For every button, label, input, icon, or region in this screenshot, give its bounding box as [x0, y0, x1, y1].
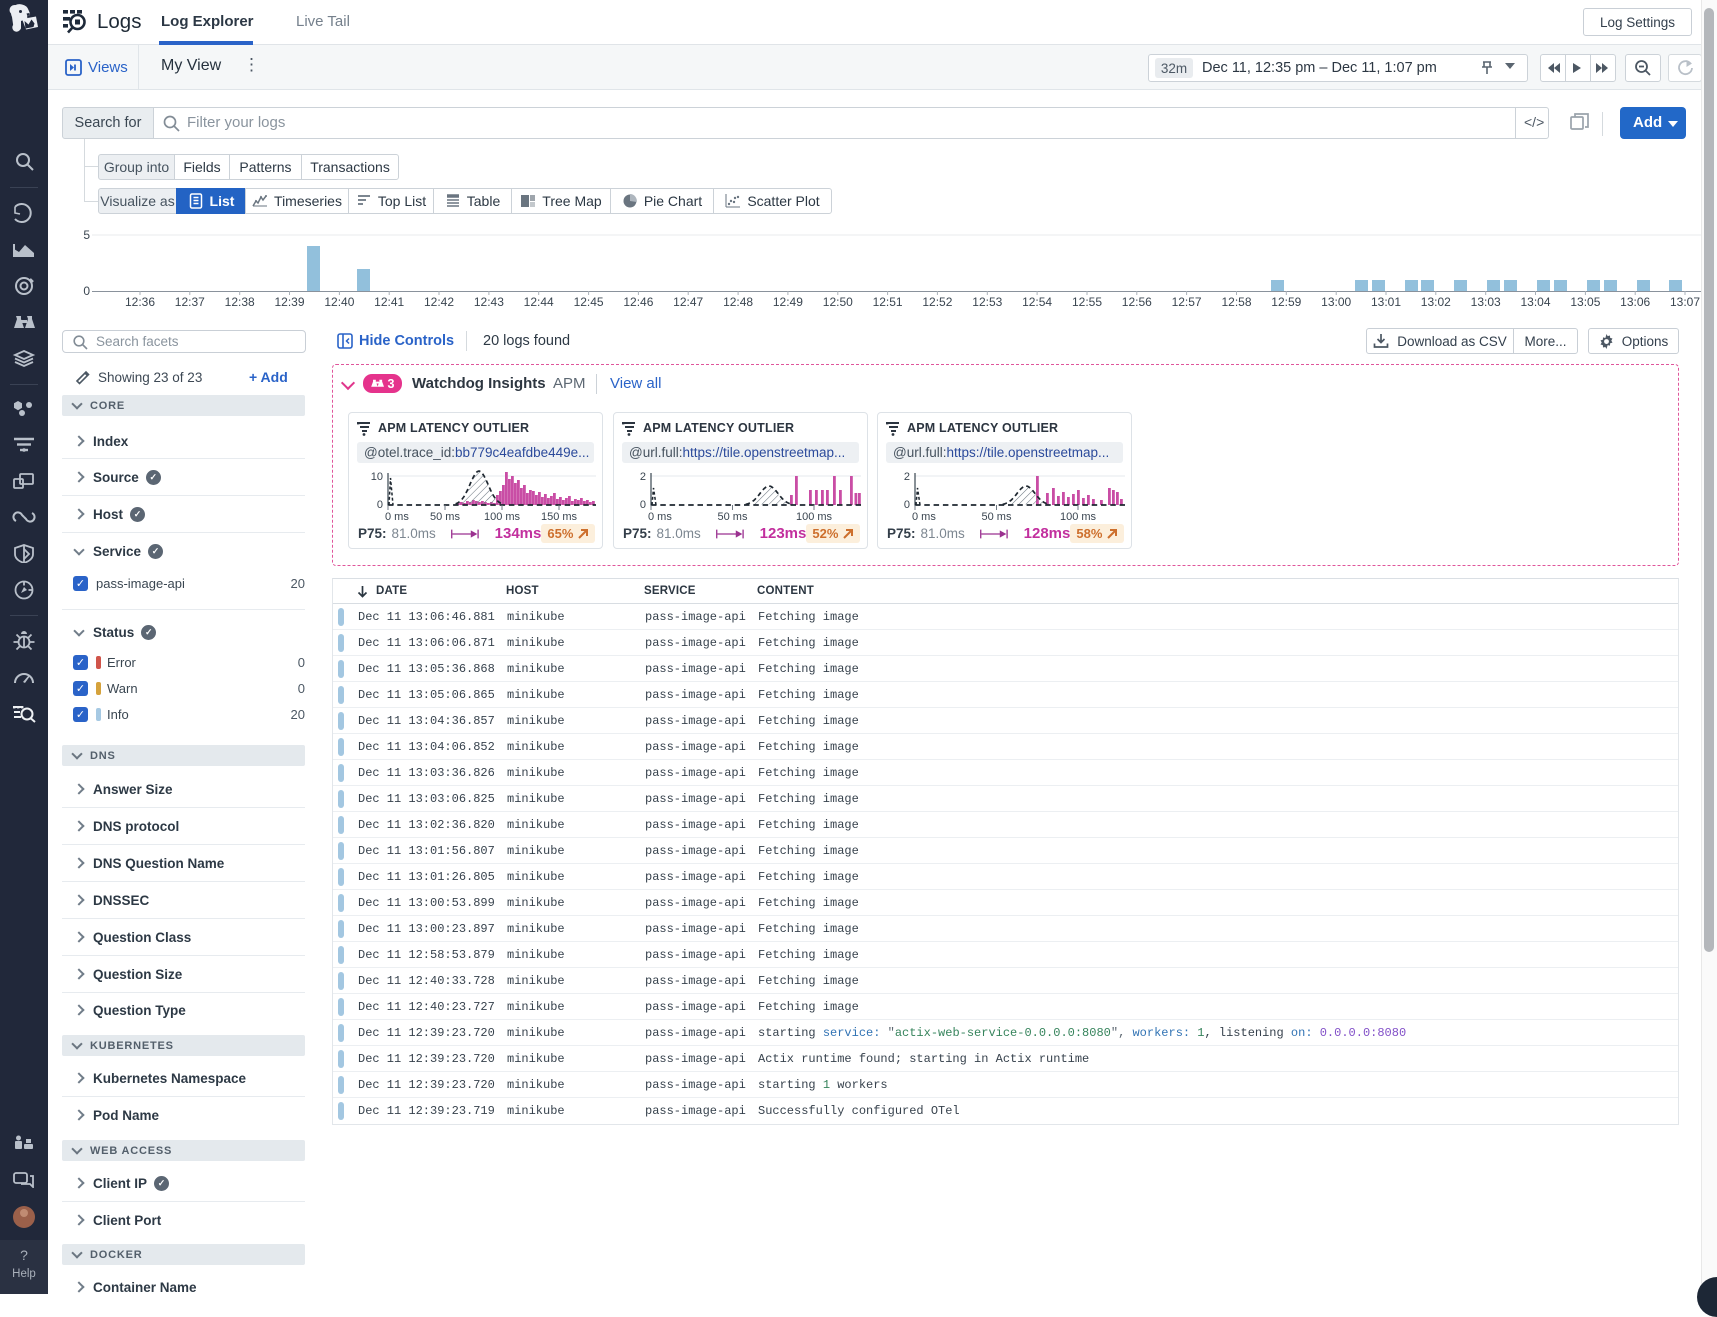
svg-text:12:55: 12:55 [1072, 295, 1102, 309]
svg-text:150 ms: 150 ms [541, 511, 578, 523]
svg-text:13:01: 13:01 [1371, 295, 1401, 309]
svg-text:0 ms: 0 ms [648, 511, 672, 523]
svg-text:12:50: 12:50 [823, 295, 853, 309]
svg-text:12:44: 12:44 [524, 295, 554, 309]
svg-text:12:46: 12:46 [623, 295, 653, 309]
svg-text:5: 5 [83, 228, 90, 242]
svg-text:0: 0 [377, 499, 383, 511]
svg-text:100 ms: 100 ms [1060, 511, 1097, 523]
svg-text:12:56: 12:56 [1122, 295, 1152, 309]
svg-text:12:38: 12:38 [225, 295, 255, 309]
svg-text:12:47: 12:47 [673, 295, 703, 309]
svg-text:100 ms: 100 ms [796, 511, 833, 523]
svg-text:13:00: 13:00 [1321, 295, 1351, 309]
svg-text:12:43: 12:43 [474, 295, 504, 309]
svg-text:12:37: 12:37 [175, 295, 205, 309]
svg-text:0: 0 [640, 499, 646, 511]
svg-text:12:58: 12:58 [1221, 295, 1251, 309]
svg-text:12:53: 12:53 [972, 295, 1002, 309]
svg-text:12:40: 12:40 [324, 295, 354, 309]
svg-text:12:52: 12:52 [922, 295, 952, 309]
svg-text:100 ms: 100 ms [484, 511, 521, 523]
svg-text:12:51: 12:51 [873, 295, 903, 309]
svg-text:12:42: 12:42 [424, 295, 454, 309]
svg-text:12:49: 12:49 [773, 295, 803, 309]
svg-text:12:59: 12:59 [1271, 295, 1301, 309]
svg-text:12:36: 12:36 [125, 295, 155, 309]
svg-text:12:54: 12:54 [1022, 295, 1052, 309]
svg-text:13:07: 13:07 [1670, 295, 1700, 309]
svg-text:13:04: 13:04 [1520, 295, 1550, 309]
svg-text:12:41: 12:41 [374, 295, 404, 309]
svg-text:13:06: 13:06 [1620, 295, 1650, 309]
svg-text:0: 0 [83, 284, 90, 298]
svg-text:12:48: 12:48 [723, 295, 753, 309]
svg-text:13:05: 13:05 [1570, 295, 1600, 309]
svg-text:12:45: 12:45 [574, 295, 604, 309]
svg-text:0: 0 [904, 499, 910, 511]
svg-text:0 ms: 0 ms [912, 511, 936, 523]
svg-text:12:39: 12:39 [274, 295, 304, 309]
svg-text:50 ms: 50 ms [718, 511, 748, 523]
svg-text:10: 10 [371, 471, 383, 483]
svg-text:2: 2 [904, 471, 910, 483]
svg-text:0 ms: 0 ms [385, 511, 409, 523]
svg-text:2: 2 [640, 471, 646, 483]
svg-text:13:02: 13:02 [1421, 295, 1451, 309]
svg-text:50 ms: 50 ms [982, 511, 1012, 523]
svg-text:13:03: 13:03 [1471, 295, 1501, 309]
svg-text:12:57: 12:57 [1172, 295, 1202, 309]
svg-text:50 ms: 50 ms [430, 511, 460, 523]
